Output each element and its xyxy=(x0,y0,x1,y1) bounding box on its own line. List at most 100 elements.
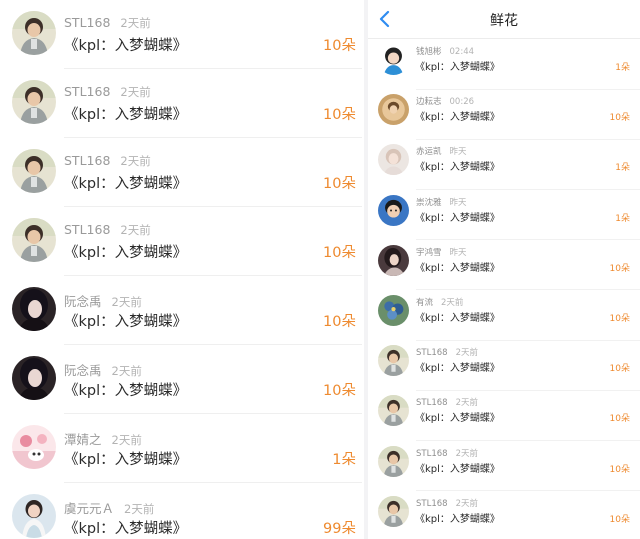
avatar[interactable] xyxy=(378,144,409,176)
page-header: 鲜花 xyxy=(368,0,640,39)
user-name: 虞元元Ａ 2天前 xyxy=(64,498,154,517)
gift-name: 《kpl：入梦蝴蝶》 xyxy=(64,314,188,330)
flower-count: 1朵 xyxy=(332,452,356,468)
user-name-text: STL168 xyxy=(416,398,448,409)
list-item[interactable]: STL168 2天前 《kpl：入梦蝴蝶》 10朵 xyxy=(368,441,640,492)
gift-name: 《kpl：入梦蝴蝶》 xyxy=(415,463,500,475)
flower-count: 10朵 xyxy=(609,414,630,425)
list-item[interactable]: 边耘志 00:26 《kpl：入梦蝴蝶》 10朵 xyxy=(368,89,640,140)
gift-name: 《kpl：入梦蝴蝶》 xyxy=(64,176,188,192)
gift-name: 《kpl：入梦蝴蝶》 xyxy=(415,212,500,224)
avatar[interactable] xyxy=(378,445,409,477)
avatar[interactable] xyxy=(12,149,56,193)
flower-count: 10朵 xyxy=(323,314,356,330)
avatar[interactable] xyxy=(378,395,409,427)
user-name-text: 潭婧之 xyxy=(64,432,102,447)
avatar[interactable] xyxy=(378,44,409,75)
avatar[interactable] xyxy=(378,345,409,377)
avatar[interactable] xyxy=(12,356,56,400)
flower-count: 1朵 xyxy=(615,163,630,174)
timestamp: 2天前 xyxy=(455,398,478,409)
timestamp: 00:26 xyxy=(449,97,475,108)
list-item[interactable]: STL168 2天前 《kpl：入梦蝴蝶》 10朵 xyxy=(368,340,640,391)
gift-name: 《kpl：入梦蝴蝶》 xyxy=(64,521,188,537)
flower-count: 1朵 xyxy=(615,63,630,73)
gift-name: 《kpl：入梦蝴蝶》 xyxy=(415,413,500,425)
flower-count: 99朵 xyxy=(323,521,356,537)
list-item[interactable]: 有流 2天前 《kpl：入梦蝴蝶》 10朵 xyxy=(368,290,640,341)
avatar[interactable] xyxy=(378,495,409,527)
list-item[interactable]: STL168 2天前 《kpl：入梦蝴蝶》 10朵 xyxy=(368,390,640,441)
user-name-text: 宇鸿雪 xyxy=(416,247,442,258)
user-name: STL168 2天前 xyxy=(64,153,151,169)
list-item[interactable]: 阮念禹 2天前 《kpl：入梦蝴蝶》 10朵 xyxy=(0,345,362,414)
gift-name: 《kpl：入梦蝴蝶》 xyxy=(64,452,188,468)
gift-name: 《kpl：入梦蝴蝶》 xyxy=(64,107,188,123)
list-item[interactable]: STL168 2天前 《kpl：入梦蝴蝶》 10朵 xyxy=(0,138,362,207)
right-flower-page: 鲜花 钱旭彬 02:44 《kpl：入梦蝴蝶》 1朵 边耘志 00:26 《kpl：… xyxy=(368,0,640,539)
flower-count: 10朵 xyxy=(609,464,630,475)
user-name: 潭婧之 2天前 xyxy=(64,429,142,448)
list-item[interactable]: STL168 2天前 《kpl：入梦蝴蝶》 10朵 xyxy=(368,491,640,539)
avatar[interactable] xyxy=(12,494,56,538)
list-item[interactable]: 赤运凯 昨天 《kpl：入梦蝴蝶》 1朵 xyxy=(368,139,640,190)
timestamp: 2天前 xyxy=(455,498,478,509)
avatar[interactable] xyxy=(12,287,56,331)
timestamp: 2天前 xyxy=(111,433,142,447)
flower-count: 10朵 xyxy=(609,113,630,124)
gift-name: 《kpl：入梦蝴蝶》 xyxy=(415,112,500,124)
user-name: 崇沈雅 昨天 xyxy=(416,196,467,208)
timestamp: 2天前 xyxy=(120,16,151,30)
user-name: STL168 2天前 xyxy=(64,15,151,31)
timestamp: 昨天 xyxy=(449,197,467,208)
user-name-text: 崇沈雅 xyxy=(416,197,442,208)
user-name-text: 赤运凯 xyxy=(416,147,442,158)
avatar[interactable] xyxy=(378,295,409,326)
list-item[interactable]: 阮念禹 2天前 《kpl：入梦蝴蝶》 10朵 xyxy=(0,276,362,345)
list-item[interactable]: 虞元元Ａ 2天前 《kpl：入梦蝴蝶》 99朵 xyxy=(0,483,362,539)
flower-count: 10朵 xyxy=(609,263,630,274)
list-item[interactable]: STL168 2天前 《kpl：入梦蝴蝶》 10朵 xyxy=(0,207,362,276)
user-name-text: 边耘志 xyxy=(416,97,442,108)
user-name: STL168 2天前 xyxy=(416,346,478,358)
timestamp: 02:44 xyxy=(449,47,475,57)
user-name-text: 虞元元Ａ xyxy=(64,501,115,516)
avatar[interactable] xyxy=(12,80,56,124)
user-name: STL168 2天前 xyxy=(416,396,478,408)
flower-count: 10朵 xyxy=(609,364,630,375)
gift-name: 《kpl：入梦蝴蝶》 xyxy=(415,513,500,525)
list-item[interactable]: STL168 2天前 《kpl：入梦蝴蝶》 10朵 xyxy=(0,0,362,69)
avatar[interactable] xyxy=(12,425,56,469)
user-name: 边耘志 00:26 xyxy=(416,95,474,107)
list-item[interactable]: 潭婧之 2天前 《kpl：入梦蝴蝶》 1朵 xyxy=(0,414,362,483)
list-item[interactable]: STL168 2天前 《kpl：入梦蝴蝶》 10朵 xyxy=(0,69,362,138)
user-name-text: 阮念禹 xyxy=(64,294,102,309)
flower-count: 10朵 xyxy=(609,314,630,324)
user-name-text: 阮念禹 xyxy=(64,363,102,378)
gift-name: 《kpl：入梦蝴蝶》 xyxy=(415,363,500,375)
user-name: STL168 2天前 xyxy=(64,84,151,100)
timestamp: 2天前 xyxy=(120,223,151,237)
gift-name: 《kpl：入梦蝴蝶》 xyxy=(415,62,500,73)
list-item[interactable]: 崇沈雅 昨天 《kpl：入梦蝴蝶》 1朵 xyxy=(368,190,640,241)
user-name: 赤运凯 昨天 xyxy=(416,145,467,157)
page-title: 鲜花 xyxy=(490,13,518,29)
user-name: 阮念禹 2天前 xyxy=(64,291,142,310)
avatar[interactable] xyxy=(378,94,409,126)
list-item[interactable]: 宇鸿雪 昨天 《kpl：入梦蝴蝶》 10朵 xyxy=(368,240,640,291)
list-item[interactable]: 钱旭彬 02:44 《kpl：入梦蝴蝶》 1朵 xyxy=(368,39,640,90)
avatar[interactable] xyxy=(12,218,56,262)
user-name-text: STL168 xyxy=(416,498,448,509)
flower-count: 10朵 xyxy=(323,107,356,123)
avatar[interactable] xyxy=(12,11,56,55)
user-name-text: 钱旭彬 xyxy=(416,47,442,57)
timestamp: 2天前 xyxy=(441,298,464,308)
timestamp: 2天前 xyxy=(111,364,142,378)
user-name: STL168 2天前 xyxy=(64,222,151,238)
avatar[interactable] xyxy=(378,194,409,226)
user-name-text: STL168 xyxy=(64,84,111,99)
timestamp: 2天前 xyxy=(124,502,155,516)
user-name: STL168 2天前 xyxy=(416,447,478,459)
user-name: STL168 2天前 xyxy=(416,497,478,509)
avatar[interactable] xyxy=(378,244,409,276)
